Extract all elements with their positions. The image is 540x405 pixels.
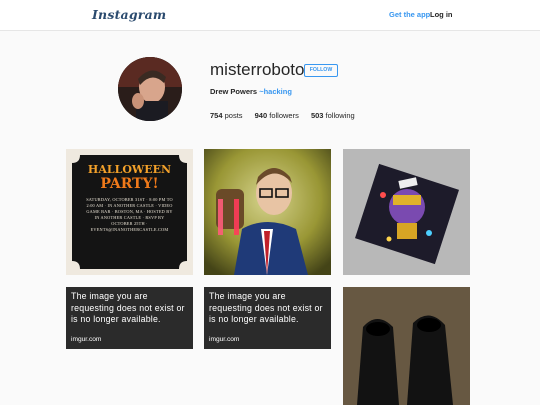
post-imgur-placeholder-1[interactable]: The image you are requesting does not ex… [66,287,193,349]
halloween-details: SATURDAY, OCTOBER 31ST · 8:00 PM TO 2:00… [86,197,173,232]
following-count: 503 [310,111,324,120]
get-the-app-link[interactable]: Get the app [389,10,430,19]
login-link[interactable]: Log in [430,10,453,19]
post-shoes-photo[interactable] [343,287,470,405]
avatar-photo [118,57,182,121]
posts-count: 754 [210,111,223,120]
followers-count: 940 [254,111,268,120]
follow-button[interactable]: FOLLOW [304,64,338,77]
following-label: following [325,111,355,120]
bio-tag-link[interactable]: ~hacking [259,87,292,96]
post-halloween-invite[interactable]: HALLOWEEN PARTY! SATURDAY, OCTOBER 31ST … [66,149,193,275]
posts-label: posts [224,111,243,120]
portrait-photo-image [204,149,331,275]
followers-label: followers [269,111,299,120]
shoes-photo-image [343,287,470,405]
following-stat[interactable]: 503 following [311,111,355,120]
imgur-unavailable-message: The image you are requesting does not ex… [209,291,323,324]
halloween-title-line2: PARTY! [100,176,158,192]
profile-username: misterroboto [210,60,305,79]
imgur-url-text: imgur.com [71,336,102,343]
post-portrait-photo[interactable] [204,149,331,275]
instagram-logo[interactable]: Instagram [92,7,166,22]
top-nav-bar: Instagram Get the app Log in [0,0,540,31]
halloween-title-line1: HALLOWEEN [88,163,171,176]
full-name-text: Drew Powers [210,87,258,96]
posts-stat: 754 posts [210,111,243,120]
profile-avatar[interactable] [118,57,182,121]
imgur-url-text: imgur.com [209,336,240,343]
profile-full-name: Drew Powers ~hacking [210,87,292,96]
post-imgur-placeholder-2[interactable]: The image you are requesting does not ex… [204,287,331,349]
imgur-unavailable-message: The image you are requesting does not ex… [71,291,185,324]
profile-stats: 754 posts 940 followers 503 following [210,111,365,120]
sticker-photo-image [343,149,470,275]
halloween-invite-image: HALLOWEEN PARTY! SATURDAY, OCTOBER 31ST … [66,149,193,275]
followers-stat[interactable]: 940 followers [255,111,299,120]
post-sticker-photo[interactable] [343,149,470,275]
